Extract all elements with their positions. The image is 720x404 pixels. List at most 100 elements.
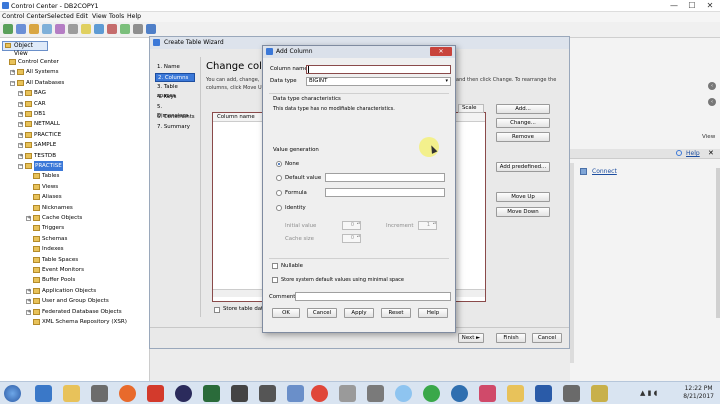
itunes-icon[interactable] (479, 385, 496, 402)
formula-input[interactable] (325, 188, 445, 197)
app-icon-2[interactable] (259, 385, 276, 402)
close-window-button[interactable]: ✕ (702, 0, 718, 12)
expand-icon[interactable]: + (18, 122, 23, 128)
word-icon[interactable] (535, 385, 552, 402)
reset-button[interactable]: Reset (381, 308, 411, 318)
apply-button[interactable]: Apply (344, 308, 374, 318)
step-keys[interactable]: 4. Keys (155, 93, 195, 102)
toolbar-satellite-icon[interactable] (29, 24, 39, 34)
cancel-button[interactable]: Cancel (307, 308, 337, 318)
toolbar-help-icon[interactable] (146, 24, 156, 34)
data-type-select[interactable]: BIGINT ▾ (306, 77, 451, 86)
column-name-header[interactable]: Column name (217, 114, 255, 120)
move-up-button[interactable]: Move Up (496, 192, 550, 202)
app-icon-5[interactable] (367, 385, 384, 402)
connect-link[interactable]: Connect (592, 168, 617, 175)
expand-icon[interactable]: ‹ (708, 82, 716, 90)
opera-icon[interactable] (147, 385, 164, 402)
step-dimensions[interactable]: 5. Dimensions (155, 103, 195, 119)
none-radio[interactable] (276, 161, 282, 167)
change-column-button[interactable]: Change... (496, 118, 550, 128)
expand-icon-2[interactable]: ‹ (708, 98, 716, 106)
app-icon-3[interactable] (287, 385, 304, 402)
app-icon-7[interactable] (591, 385, 608, 402)
default-value-radio[interactable] (276, 175, 282, 181)
menu-edit[interactable]: Edit (76, 13, 88, 20)
menu-selected[interactable]: Selected (47, 13, 74, 20)
media-icon[interactable] (91, 385, 108, 402)
menu-view[interactable]: View (92, 13, 107, 20)
start-button-icon[interactable] (4, 385, 21, 402)
right-scrollbar[interactable] (716, 168, 720, 318)
comment-input[interactable] (295, 292, 451, 301)
store-defaults-checkbox[interactable] (272, 277, 278, 283)
expand-icon[interactable]: + (26, 299, 31, 305)
menu-help[interactable]: Help (127, 13, 141, 20)
step-name[interactable]: 1. Name (155, 63, 195, 72)
collapse-icon[interactable]: − (18, 164, 23, 169)
toolbar-command-editor-icon[interactable] (42, 24, 52, 34)
toolbar-control-center-icon[interactable] (3, 24, 13, 34)
file-explorer-icon[interactable] (63, 385, 80, 402)
toolbar-task-center-icon[interactable] (55, 24, 65, 34)
cache-size-spinner[interactable]: 0 (342, 234, 361, 243)
help-link[interactable]: Help (686, 150, 700, 157)
expand-icon[interactable]: + (26, 288, 31, 294)
toolbar-journal-icon[interactable] (81, 24, 91, 34)
object-view-button[interactable]: Object View (2, 41, 48, 57)
help-button[interactable]: Help (418, 308, 448, 318)
app-icon-6[interactable] (563, 385, 580, 402)
chrome-icon[interactable] (311, 385, 328, 402)
expand-icon[interactable]: + (18, 143, 23, 149)
expand-icon[interactable]: + (26, 216, 31, 221)
tray-icons[interactable]: ▲ ▮ ◖ (640, 389, 657, 397)
default-value-input[interactable] (325, 173, 445, 182)
wordpress-icon[interactable] (451, 385, 468, 402)
store-table-data-checkbox[interactable] (214, 307, 220, 313)
toolbar-tools-icon[interactable] (120, 24, 130, 34)
step-columns[interactable]: 2. Columns (155, 73, 195, 82)
column-name-input[interactable] (306, 65, 451, 74)
expand-icon[interactable]: + (10, 70, 15, 76)
ok-button[interactable]: OK (272, 308, 300, 318)
next-button[interactable]: Next ► (458, 333, 484, 343)
expand-icon[interactable]: + (18, 132, 23, 138)
hangouts-icon[interactable] (423, 385, 440, 402)
firefox-icon[interactable] (119, 385, 136, 402)
initial-value-spinner[interactable]: 0 (342, 221, 361, 230)
move-down-button[interactable]: Move Down (496, 207, 550, 217)
clock[interactable]: 12:22 PM 8/21/2017 (683, 385, 714, 401)
toolbar-replication-icon[interactable] (16, 24, 26, 34)
eclipse-icon[interactable] (175, 385, 192, 402)
increment-spinner[interactable]: 1 (418, 221, 437, 230)
expand-icon[interactable]: + (18, 101, 23, 107)
collapse-icon[interactable]: − (10, 80, 15, 86)
expand-icon[interactable]: + (18, 91, 23, 97)
nullable-checkbox[interactable] (272, 263, 278, 269)
cloud-icon[interactable] (395, 385, 412, 402)
pane-divider[interactable] (570, 163, 574, 363)
dialog-close-icon[interactable]: ✕ (430, 47, 452, 56)
db2-icon[interactable] (231, 385, 248, 402)
toolbar-license-icon[interactable] (94, 24, 104, 34)
toolbar-health-center-icon[interactable] (68, 24, 78, 34)
folder-icon[interactable] (507, 385, 524, 402)
ie-icon[interactable] (35, 385, 52, 402)
menu-control-center[interactable]: Control Center (2, 13, 47, 20)
step-summary[interactable]: 7. Summary (155, 123, 195, 132)
expand-icon[interactable]: + (26, 309, 31, 315)
dreamweaver-icon[interactable] (203, 385, 220, 402)
maximize-button[interactable]: ☐ (684, 0, 700, 12)
formula-radio[interactable] (276, 190, 282, 196)
add-predefined-button[interactable]: Add predefined... (496, 162, 550, 172)
step-constraints[interactable]: 6. Constraints (155, 113, 195, 122)
scale-header[interactable]: Scale (458, 104, 484, 113)
toolbar-contacts-icon[interactable] (133, 24, 143, 34)
step-table-spaces[interactable]: 3. Table spaces (155, 83, 195, 99)
collapse-icon[interactable]: ✕ (708, 149, 714, 157)
identity-radio[interactable] (276, 205, 282, 211)
remove-column-button[interactable]: Remove (496, 132, 550, 142)
expand-icon[interactable]: + (18, 112, 23, 117)
minimize-button[interactable]: — (666, 0, 682, 12)
wizard-cancel-button[interactable]: Cancel (532, 333, 562, 343)
